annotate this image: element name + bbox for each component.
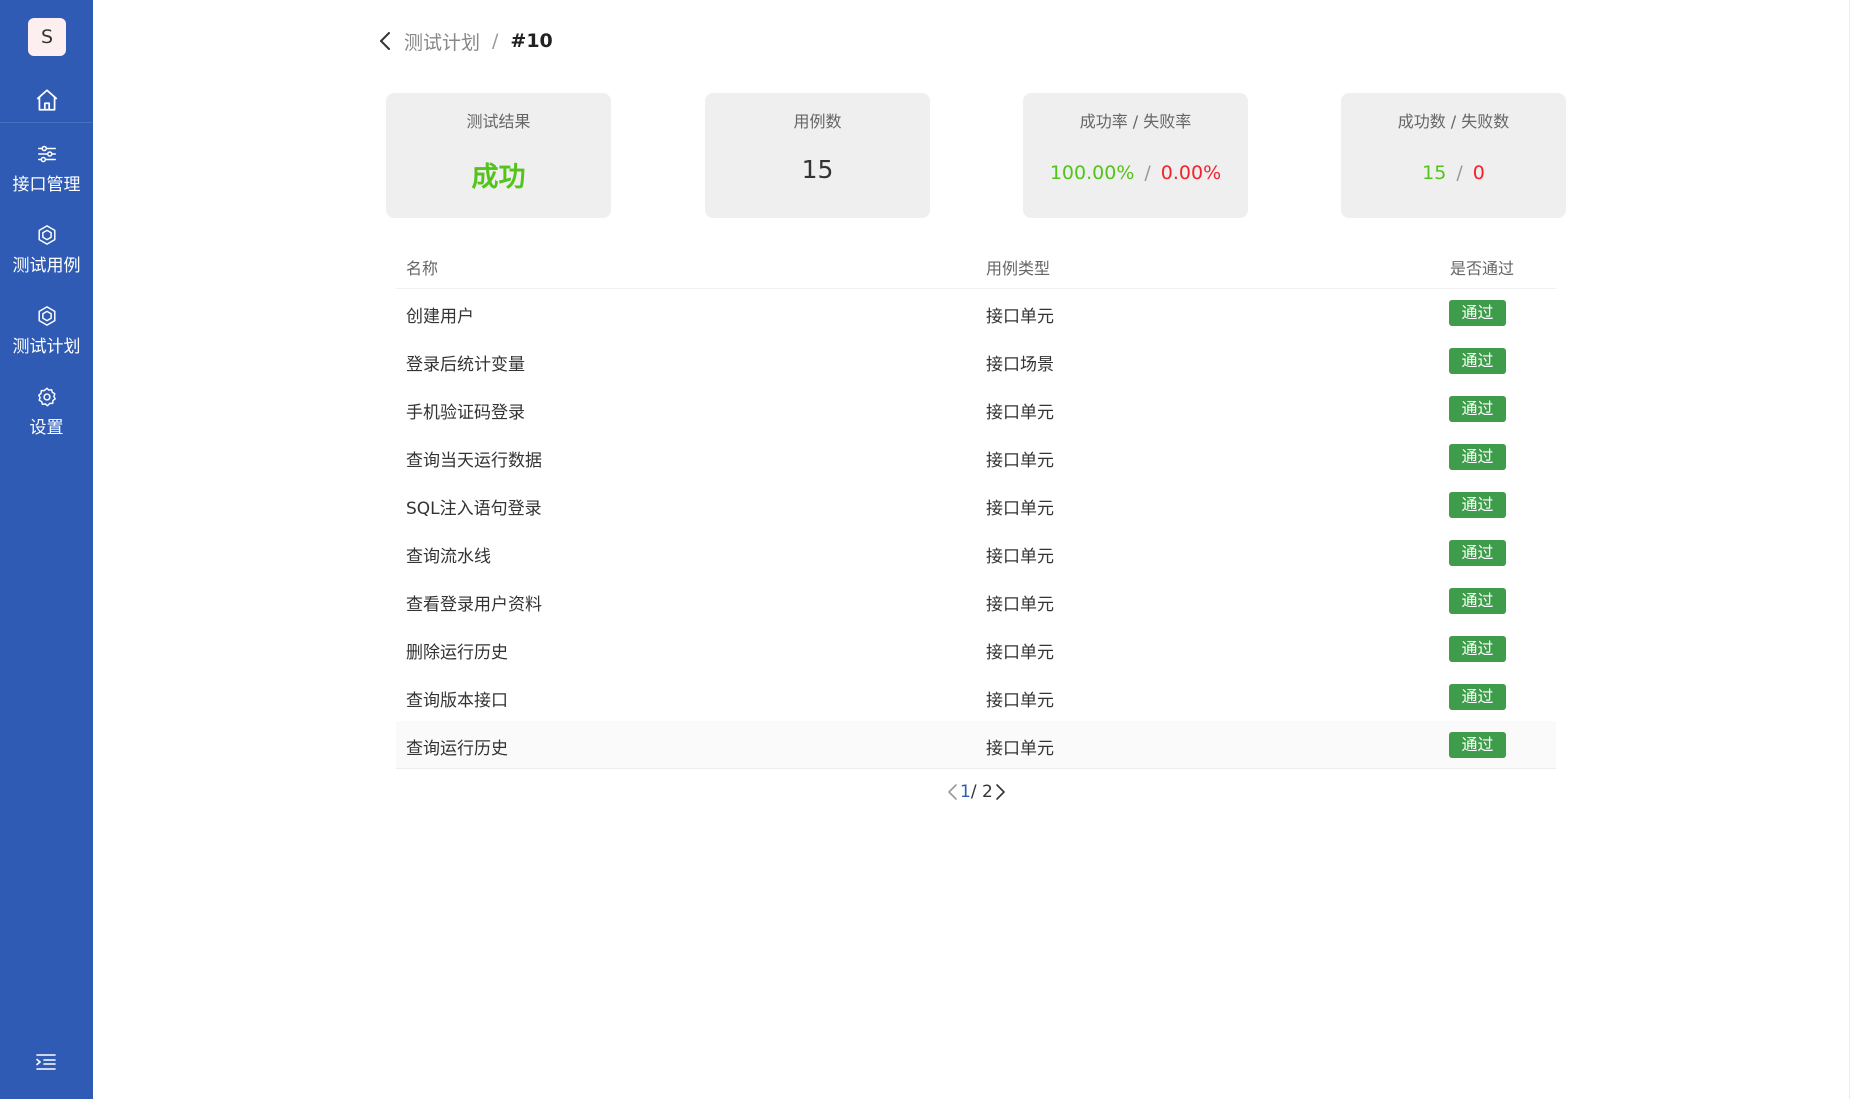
chevron-right-icon bbox=[995, 784, 1005, 800]
home-icon bbox=[36, 89, 58, 111]
table-header: 名称 用例类型 是否通过 bbox=[396, 245, 1556, 289]
stat-card-count: 成功数 / 失败数 15 / 0 bbox=[1341, 93, 1566, 218]
table-row[interactable]: 查询流水线 接口单元 通过 bbox=[396, 529, 1556, 577]
cell-type: 接口单元 bbox=[986, 307, 1054, 327]
chevron-left-icon bbox=[380, 32, 390, 50]
value-separator: / bbox=[1456, 162, 1463, 184]
stat-card-case-count: 用例数 15 bbox=[705, 93, 930, 218]
table-row[interactable]: 手机验证码登录 接口单元 通过 bbox=[396, 385, 1556, 433]
pass-badge: 通过 bbox=[1449, 684, 1506, 710]
cell-type: 接口单元 bbox=[986, 547, 1054, 567]
cell-name: 查询运行历史 bbox=[406, 739, 508, 759]
sidebar-item-test-plans[interactable]: 测试计划 bbox=[0, 305, 93, 369]
cube-icon bbox=[37, 306, 56, 326]
sidebar-item-label: 设置 bbox=[29, 418, 64, 438]
cell-type: 接口单元 bbox=[986, 595, 1054, 615]
stat-card-result: 测试结果 成功 bbox=[386, 93, 611, 218]
stat-value: 100.00% / 0.00% bbox=[1023, 162, 1248, 184]
current-page: 1 bbox=[960, 782, 971, 802]
cell-name: 查询当天运行数据 bbox=[406, 451, 542, 471]
breadcrumb-separator: / bbox=[492, 30, 499, 52]
cell-type: 接口单元 bbox=[986, 451, 1054, 471]
column-header-pass[interactable]: 是否通过 bbox=[1450, 255, 1514, 279]
cell-name: 查询版本接口 bbox=[406, 691, 508, 711]
prev-page-button[interactable] bbox=[946, 782, 960, 802]
sidebar-item-test-cases[interactable]: 测试用例 bbox=[0, 224, 93, 288]
stat-card-rate: 成功率 / 失败率 100.00% / 0.00% bbox=[1023, 93, 1248, 218]
fail-rate: 0.00% bbox=[1160, 162, 1222, 184]
value-separator: / bbox=[1144, 162, 1151, 184]
cell-type: 接口单元 bbox=[986, 691, 1054, 711]
fail-count: 0 bbox=[1472, 162, 1485, 184]
menu-collapse-icon bbox=[36, 1054, 56, 1070]
cell-name: 查看登录用户资料 bbox=[406, 595, 542, 615]
total-pages: / 2 bbox=[970, 782, 993, 802]
pass-badge: 通过 bbox=[1449, 636, 1506, 662]
sidebar-item-label: 测试计划 bbox=[12, 337, 81, 357]
breadcrumb: 测试计划 / #10 bbox=[376, 26, 553, 56]
table-row[interactable]: SQL注入语句登录 接口单元 通过 bbox=[396, 481, 1556, 529]
cell-type: 接口单元 bbox=[986, 739, 1054, 759]
pagination: 1 / 2 bbox=[946, 780, 1007, 804]
sidebar-item-settings[interactable]: 设置 bbox=[0, 386, 93, 450]
cell-name: SQL注入语句登录 bbox=[406, 499, 542, 519]
pass-badge: 通过 bbox=[1449, 588, 1506, 614]
stat-value: 15 / 0 bbox=[1341, 162, 1566, 184]
stat-label: 成功率 / 失败率 bbox=[1079, 112, 1192, 131]
result-status: 成功 bbox=[471, 162, 526, 193]
column-header-name[interactable]: 名称 bbox=[406, 255, 438, 279]
cell-name: 登录后统计变量 bbox=[406, 355, 525, 375]
cell-type: 接口场景 bbox=[986, 355, 1054, 375]
stat-value: 15 bbox=[801, 155, 834, 184]
cube-icon bbox=[37, 225, 56, 245]
cell-type: 接口单元 bbox=[986, 643, 1054, 663]
stat-label: 用例数 bbox=[793, 112, 842, 131]
back-button[interactable] bbox=[376, 30, 396, 52]
table-row[interactable]: 查询运行历史 接口单元 通过 bbox=[396, 721, 1556, 769]
pass-badge: 通过 bbox=[1449, 444, 1506, 470]
collapse-sidebar-button[interactable] bbox=[34, 1050, 58, 1074]
chevron-left-icon bbox=[948, 784, 957, 800]
cell-name: 创建用户 bbox=[406, 307, 474, 327]
cell-name: 手机验证码登录 bbox=[406, 403, 525, 423]
table-row[interactable]: 登录后统计变量 接口场景 通过 bbox=[396, 337, 1556, 385]
success-rate: 100.00% bbox=[1049, 162, 1135, 184]
sidebar: S 接口管理 测试用例 测试计划 设置 bbox=[0, 0, 93, 1099]
table-row[interactable]: 查询版本接口 接口单元 通过 bbox=[396, 673, 1556, 721]
breadcrumb-current: #10 bbox=[510, 30, 553, 52]
sidebar-item-api-management[interactable]: 接口管理 bbox=[0, 143, 93, 207]
pass-badge: 通过 bbox=[1449, 492, 1506, 518]
column-header-type[interactable]: 用例类型 bbox=[986, 255, 1050, 279]
table-row[interactable]: 查看登录用户资料 接口单元 通过 bbox=[396, 577, 1556, 625]
app-logo[interactable]: S bbox=[28, 18, 66, 56]
home-button[interactable] bbox=[0, 80, 93, 122]
cell-name: 删除运行历史 bbox=[406, 643, 508, 663]
table-row[interactable]: 创建用户 接口单元 通过 bbox=[396, 289, 1556, 337]
stat-label: 测试结果 bbox=[466, 112, 531, 131]
cell-name: 查询流水线 bbox=[406, 547, 491, 567]
gear-icon bbox=[37, 387, 56, 407]
pass-badge: 通过 bbox=[1449, 396, 1506, 422]
next-page-button[interactable] bbox=[993, 782, 1007, 802]
pass-badge: 通过 bbox=[1449, 348, 1506, 374]
sidebar-item-label: 测试用例 bbox=[12, 256, 81, 276]
breadcrumb-parent-link[interactable]: 测试计划 bbox=[404, 28, 480, 55]
sidebar-divider bbox=[0, 122, 93, 123]
table-row[interactable]: 删除运行历史 接口单元 通过 bbox=[396, 625, 1556, 673]
pass-badge: 通过 bbox=[1449, 732, 1506, 758]
stat-value: 成功 bbox=[386, 155, 611, 194]
sidebar-item-label: 接口管理 bbox=[12, 175, 81, 195]
success-count: 15 bbox=[1422, 162, 1447, 184]
vertical-scrollbar[interactable] bbox=[1849, 0, 1860, 1099]
table-row[interactable]: 查询当天运行数据 接口单元 通过 bbox=[396, 433, 1556, 481]
pass-badge: 通过 bbox=[1449, 300, 1506, 326]
results-table: 名称 用例类型 是否通过 创建用户 接口单元 通过 登录后统计变量 接口场景 通… bbox=[396, 245, 1556, 769]
cell-type: 接口单元 bbox=[986, 403, 1054, 423]
sliders-icon bbox=[37, 145, 56, 163]
pass-badge: 通过 bbox=[1449, 540, 1506, 566]
stat-label: 成功数 / 失败数 bbox=[1397, 112, 1510, 131]
cell-type: 接口单元 bbox=[986, 499, 1054, 519]
